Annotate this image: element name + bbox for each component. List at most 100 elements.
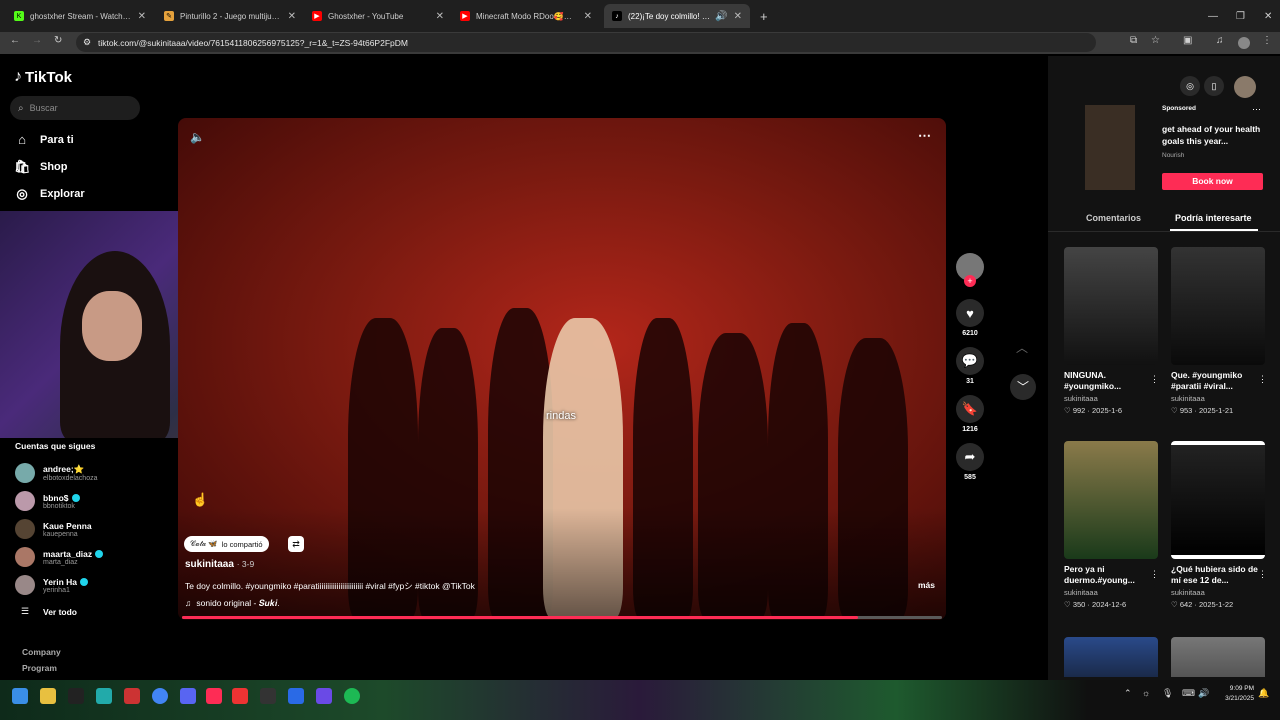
recommended-video-card[interactable]: ¿Qué hubiera sido de mí ese 12 de... suk… [1171, 441, 1265, 609]
app-icon[interactable] [316, 688, 332, 704]
windows-start-icon[interactable] [12, 688, 28, 704]
recommended-video-card[interactable]: Pero ya ni duermo.#young... sukinitaaa ♡… [1064, 441, 1158, 609]
spotify-icon[interactable] [344, 688, 360, 704]
close-icon[interactable]: ✕ [138, 11, 146, 22]
followed-account[interactable]: andree;⭐ elbotoxdelachoza [15, 463, 98, 483]
more-options-icon[interactable]: ⋮ [1258, 569, 1267, 580]
brightness-icon[interactable]: ☼ [1142, 688, 1150, 698]
close-window-icon[interactable]: ✕ [1256, 4, 1274, 28]
side-panel-icon[interactable]: ▣ [1183, 35, 1192, 46]
app-icon[interactable] [68, 688, 84, 704]
nav-shop[interactable]: 🛍 Shop [14, 159, 68, 175]
followed-account[interactable]: maarta_diaz marta_diaz [15, 547, 104, 567]
network-icon[interactable]: ⌨ [1182, 688, 1195, 699]
comment-button[interactable]: 💬 31 [956, 347, 984, 385]
ad-thumbnail[interactable] [1085, 105, 1135, 190]
discord-icon[interactable] [180, 688, 196, 704]
comment-icon: 💬 [956, 347, 984, 375]
close-icon[interactable]: ✕ [288, 11, 296, 22]
pencil-icon: ✎ [164, 11, 174, 21]
microphone-icon[interactable]: 🎙 [1162, 688, 1173, 699]
repost-icon[interactable]: ⇄ [288, 536, 304, 552]
browser-tab-title: Pinturillo 2 - Juego multijugador [180, 11, 282, 21]
browser-tab[interactable]: ▶ Minecraft Modo RDoo🥰🥰 # ✕ [452, 4, 600, 28]
share-button[interactable]: ➦ 585 [956, 443, 984, 481]
volume-icon[interactable]: 🔈 [190, 130, 205, 144]
search-icon: ⌕ [18, 102, 24, 114]
install-app-icon[interactable]: ⧉ [1130, 35, 1137, 46]
chevron-up-icon[interactable]: ︿ [1010, 336, 1034, 360]
followed-account[interactable]: Kaue Penna kauepenna [15, 519, 92, 539]
like-button[interactable]: ♥ 6210 [956, 299, 984, 337]
followed-account[interactable]: bbno$ bbnotiktok [15, 491, 80, 511]
file-explorer-icon[interactable] [40, 688, 56, 704]
browser-tab[interactable]: ✎ Pinturillo 2 - Juego multijugador ✕ [156, 4, 304, 28]
recommended-video-card[interactable]: NINGUNA. #youngmiko... sukinitaaa ♡ 992 … [1064, 247, 1158, 415]
more-options-icon[interactable]: ⋮ [1150, 374, 1159, 385]
chrome-icon[interactable] [152, 688, 168, 704]
close-icon[interactable]: ✕ [734, 11, 742, 22]
more-options-icon[interactable]: ⋯ [918, 128, 931, 144]
ad-text[interactable]: get ahead of your health goals this year… [1162, 123, 1268, 147]
notification-icon[interactable]: 🔔 [1258, 688, 1269, 699]
more-link[interactable]: más [918, 580, 935, 590]
tiktok-icon[interactable] [206, 688, 222, 704]
media-control-icon[interactable]: ♫ [1216, 35, 1224, 46]
speaker-icon: 🔊 [715, 10, 728, 22]
tab-podria-interesarte[interactable]: Podría interesarte [1175, 213, 1252, 223]
volume-icon[interactable]: 🔊 [1198, 688, 1209, 699]
compass-icon[interactable]: ◎ [1180, 76, 1200, 96]
app-icon[interactable] [288, 688, 304, 704]
back-icon[interactable]: ← [10, 35, 20, 46]
minimize-icon[interactable]: — [1200, 4, 1218, 28]
nav-explorar[interactable]: ◎ Explorar [14, 186, 84, 202]
tab-comentarios[interactable]: Comentarios [1086, 213, 1141, 223]
new-tab-button[interactable]: + [752, 4, 770, 28]
video-player[interactable]: 🔈 ⋯ rindas 𝒞𝒶𝓉𝒶 🦋 lo compartió ⇄ sukinit… [178, 118, 946, 620]
chevron-down-icon[interactable]: ﹀ [1010, 374, 1036, 400]
like-count: 6210 [962, 330, 978, 337]
follow-plus-icon[interactable]: + [964, 275, 976, 287]
user-avatar[interactable] [1234, 76, 1256, 98]
close-icon[interactable]: ✕ [436, 11, 444, 22]
video-thumbnail[interactable] [1064, 637, 1158, 677]
video-sound[interactable]: ♫ sonido original - 𝑺𝒖𝒌𝒊. [185, 598, 280, 609]
followed-account[interactable]: Yerin Ha yerinha1 [15, 575, 89, 595]
app-icon[interactable] [232, 688, 248, 704]
shared-by-badge[interactable]: 𝒞𝒶𝓉𝒶 🦋 lo compartió [184, 536, 269, 552]
footer-link-company[interactable]: Company [22, 647, 61, 657]
site-info-icon[interactable]: ⚙ [83, 37, 91, 48]
browser-tab[interactable]: K ghostxher Stream - Watch Live ✕ [6, 4, 154, 28]
more-options-icon[interactable]: ⋯ [1252, 104, 1261, 115]
app-icon[interactable] [96, 688, 112, 704]
video-thumbnail[interactable] [1171, 637, 1265, 677]
menu-kebab-icon[interactable]: ⋮ [1262, 35, 1272, 46]
recommended-video-card[interactable]: Que. #youngmiko #paratii #viral... sukin… [1171, 247, 1265, 415]
more-options-icon[interactable]: ⋮ [1258, 374, 1267, 385]
nav-para-ti[interactable]: ⌂ Para ti [14, 132, 74, 147]
video-progress-bar[interactable] [182, 616, 942, 619]
address-bar[interactable]: ⚙ tiktok.com/@sukinitaaa/video/761541180… [76, 33, 1096, 52]
profile-avatar[interactable] [1238, 37, 1250, 49]
close-icon[interactable]: ✕ [584, 11, 592, 22]
search-input[interactable]: ⌕ Buscar [10, 96, 140, 120]
browser-tab[interactable]: ▶ Ghostxher - YouTube ✕ [304, 4, 452, 28]
save-button[interactable]: 🔖 1216 [956, 395, 984, 433]
maximize-icon[interactable]: ❐ [1228, 4, 1246, 28]
forward-icon[interactable]: → [32, 35, 42, 46]
browser-tab-active[interactable]: ♪ (22)¡Te doy colmillo! Descub 🔊 ✕ [604, 4, 750, 28]
mobile-icon[interactable]: ▯ [1204, 76, 1224, 96]
tiktok-logo[interactable]: ♪ TikTok [14, 68, 72, 86]
more-options-icon[interactable]: ⋮ [1150, 569, 1159, 580]
see-all-button[interactable]: ☰ Ver todo [15, 606, 77, 617]
reload-icon[interactable]: ↻ [54, 35, 62, 46]
book-now-button[interactable]: Book now [1162, 173, 1263, 190]
system-tray-chevron-icon[interactable]: ⌃ [1124, 688, 1132, 699]
epic-games-icon[interactable] [260, 688, 276, 704]
bookmark-star-icon[interactable]: ☆ [1151, 35, 1160, 46]
footer-link-program[interactable]: Program [22, 663, 57, 673]
video-author[interactable]: sukinitaaa · 3-9 [185, 559, 254, 570]
author-avatar-button[interactable]: + [956, 253, 984, 287]
app-icon[interactable] [124, 688, 140, 704]
taskbar-clock[interactable]: 9:09 PM 3/21/2025 [1212, 684, 1254, 704]
